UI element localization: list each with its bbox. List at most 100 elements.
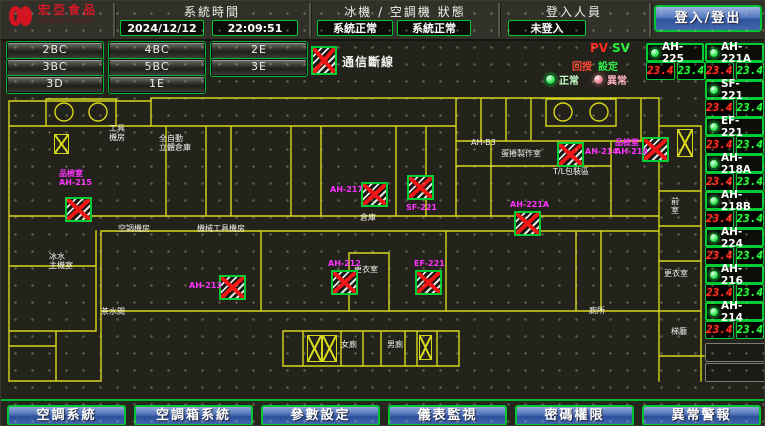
unit-label-ef-221: EF-221 — [414, 260, 445, 269]
pv-label: PV — [590, 41, 608, 55]
panel-unit-sf-221[interactable]: SF-221 — [705, 80, 764, 99]
room-label: 機械工具機房 — [197, 225, 245, 234]
feedback-label: 回授 — [572, 58, 592, 73]
room-label: 前室 — [671, 198, 679, 215]
time-display: 22:09:51 — [212, 20, 298, 36]
normal-led-icon — [545, 74, 556, 85]
login-status-box: 未登入 — [508, 20, 586, 36]
system-time-label: 系統時間 — [116, 3, 308, 20]
panel-unit-ef-221[interactable]: EF-221 — [705, 117, 764, 136]
login-person-label: 登入人員 — [501, 3, 647, 20]
sv-value: 23.4 — [736, 321, 765, 339]
disconnected-unit-icon-ah-214[interactable] — [557, 142, 584, 167]
nav-button-3[interactable]: 參數設定 — [261, 405, 380, 426]
unit-status-led-icon — [709, 122, 719, 132]
floor-button-5bc[interactable]: 5BC — [109, 59, 205, 76]
floor-button-2bc[interactable]: 2BC — [7, 42, 103, 59]
panel-unit-ah-224[interactable]: AH-224 — [705, 228, 764, 247]
panel-unit-ah-216[interactable]: AH-216 — [705, 265, 764, 284]
room-label: 空調機房 — [118, 225, 150, 234]
unit-label-ah-218: 品檢室AH-218 — [615, 139, 648, 156]
disconnected-unit-icon-ah-213[interactable] — [219, 275, 246, 300]
nav-button-5[interactable]: 密碼權限 — [515, 405, 634, 426]
room-label: 茶水間 — [101, 308, 125, 317]
room-label: 蛋捲製作室 — [501, 150, 541, 159]
divider — [309, 3, 312, 37]
room-label: 倉庫 — [360, 214, 376, 223]
pv-value: 23.4 — [705, 321, 734, 339]
comm-fail-icon — [311, 46, 337, 75]
header-bar: 宏亞食品 HUNYA FOODS 系統時間 2024/12/12 22:09:5… — [1, 1, 765, 41]
room-label: 廁所 — [589, 307, 605, 316]
normal-label: 正常 — [559, 72, 579, 87]
disconnected-unit-icon-ah-212[interactable] — [331, 270, 358, 295]
floor-button-2e[interactable]: 2E — [211, 42, 307, 59]
panel-values-ah-225: 23.423.4 — [646, 62, 704, 80]
floor-button-1e[interactable]: 1E — [109, 76, 205, 93]
nav-button-4[interactable]: 儀表監視 — [388, 405, 507, 426]
disconnected-unit-icon-ah-221a[interactable] — [514, 211, 541, 236]
abnormal-led-icon — [593, 74, 604, 85]
disconnected-unit-icon-ef-221[interactable] — [415, 270, 442, 295]
logo-title: 宏亞食品 — [38, 4, 98, 16]
panel-unit-ah-218a[interactable]: AH-218A — [705, 154, 764, 173]
floor-button-4bc[interactable]: 4BC — [109, 42, 205, 59]
unit-id-label: EF-221 — [721, 115, 761, 139]
panel-unit-ah-225[interactable]: AH-225 — [646, 43, 704, 62]
panel-empty-slot — [705, 343, 765, 362]
nav-button-2[interactable]: 空調箱系統 — [134, 405, 253, 426]
unit-id-label: AH-216 — [721, 263, 761, 287]
panel-unit-ah-218b[interactable]: AH-218B — [705, 191, 764, 210]
room-label: 更衣室 — [664, 270, 688, 279]
stair-icon — [322, 335, 337, 362]
nav-button-1[interactable]: 空調系統 — [7, 405, 126, 426]
login-logout-button[interactable]: 登入/登出 — [654, 5, 762, 32]
disconnected-unit-icon-ah-217[interactable] — [361, 182, 388, 207]
disconnected-unit-icon-ah-215[interactable] — [65, 197, 92, 222]
unit-id-label: SF-221 — [721, 78, 761, 102]
floor-button-3bc[interactable]: 3BC — [7, 59, 103, 76]
machine-status-label: 冰機 / 空調機 狀態 — [313, 3, 497, 20]
unit-label-ah-217: AH-217 — [330, 186, 363, 195]
disconnected-unit-icon-sf-221[interactable] — [407, 175, 434, 200]
abnormal-label: 異常 — [607, 72, 627, 87]
panel-unit-ah-221a[interactable]: AH-221A — [705, 43, 764, 62]
unit-id-label: AH-221A — [721, 41, 761, 65]
unit-id-label: AH-218B — [721, 189, 761, 213]
panel-values-ah-214: 23.423.4 — [705, 321, 764, 339]
stair-icon — [419, 335, 432, 360]
unit-status-led-icon — [709, 233, 719, 243]
normal-legend: 正常 — [545, 72, 579, 87]
unit-status-led-icon — [709, 307, 719, 317]
unit-label-ah-221a: AH-221A — [510, 201, 549, 210]
unit-label-ah-214: AH-214 — [585, 148, 618, 157]
panel-unit-ah-214[interactable]: AH-214 — [705, 302, 764, 321]
unit-id-label: AH-218A — [721, 152, 761, 176]
room-label: AH-B3 — [471, 139, 496, 148]
room-label: 梯廳 — [671, 328, 687, 337]
stair-icon — [307, 335, 322, 362]
sv-label: SV — [612, 41, 630, 55]
divider — [649, 3, 652, 37]
setpoint-label: 設定 — [598, 58, 618, 73]
stair-icon — [677, 129, 693, 157]
unit-id-label: AH-214 — [721, 300, 761, 324]
nav-button-6[interactable]: 異常警報 — [642, 405, 761, 426]
room-label: 冰水主機室 — [49, 253, 73, 270]
unit-label-ah-212: AH-212 — [328, 260, 361, 269]
ac-status-box: 系統正常 — [397, 20, 471, 36]
room-label: 男廁 — [387, 341, 403, 350]
footer-bar: 空調系統空調箱系統參數設定儀表監視密碼權限異常警報 — [1, 399, 765, 426]
stair-icon — [54, 134, 69, 154]
unit-label-sf-221: SF-221 — [406, 204, 437, 213]
floor-button-3e[interactable]: 3E — [211, 59, 307, 76]
floor-button-3d[interactable]: 3D — [7, 76, 103, 93]
hmi-screen: 宏亞食品 HUNYA FOODS 系統時間 2024/12/12 22:09:5… — [0, 0, 765, 426]
unit-id-label: AH-225 — [662, 41, 701, 65]
unit-status-led-icon — [709, 48, 719, 58]
comm-fail-label: 通信斷線 — [342, 53, 394, 70]
abnormal-legend: 異常 — [593, 72, 627, 87]
room-label: 全自動立體倉庫 — [159, 135, 191, 152]
unit-status-led-icon — [709, 159, 719, 169]
unit-status-led-icon — [709, 196, 719, 206]
